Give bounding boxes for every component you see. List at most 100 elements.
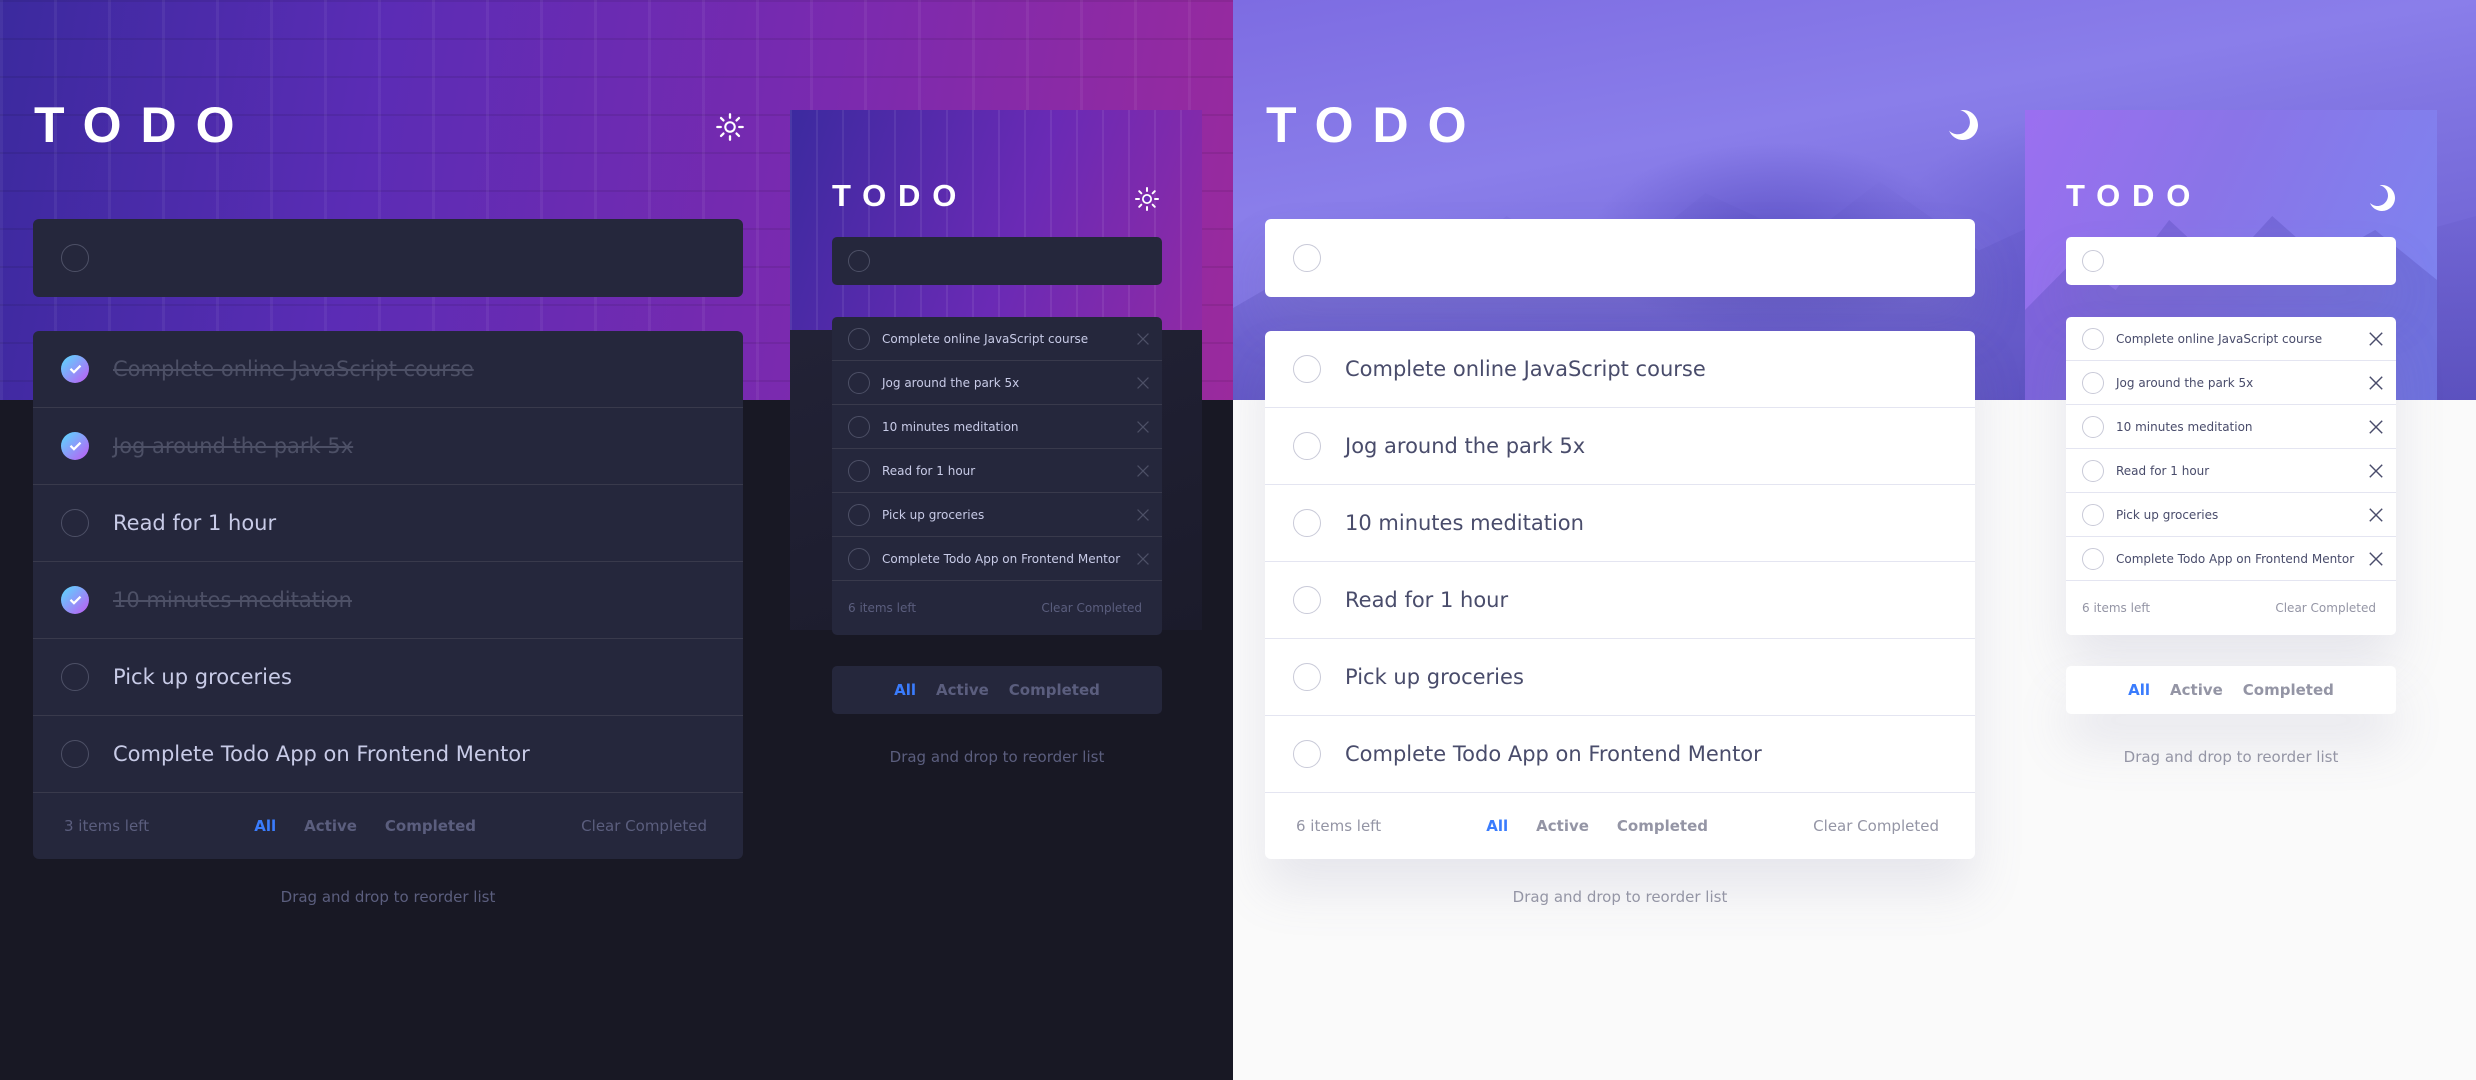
todo-item[interactable]: Complete Todo App on Frontend Mentor [33, 716, 743, 793]
todo-item[interactable]: 10 minutes meditation [1265, 485, 1975, 562]
delete-icon[interactable] [1136, 332, 1150, 346]
todo-checkbox[interactable] [848, 503, 870, 526]
todo-item[interactable]: 10 minutes meditation [33, 562, 743, 639]
new-todo-checkbox[interactable] [848, 250, 870, 272]
todo-checkbox[interactable] [848, 371, 870, 394]
todo-checkbox[interactable] [2082, 371, 2104, 394]
delete-icon[interactable] [1136, 508, 1150, 522]
clear-completed-button[interactable]: Clear Completed [1813, 817, 1939, 835]
filter-completed[interactable]: Completed [1617, 817, 1708, 835]
filter-completed[interactable]: Completed [1009, 681, 1100, 699]
todo-checkbox[interactable] [848, 327, 870, 350]
todo-text: Read for 1 hour [2116, 463, 2210, 478]
new-todo-card [1265, 219, 1975, 297]
filter-completed[interactable]: Completed [2243, 681, 2334, 699]
todo-checkbox[interactable] [848, 459, 870, 482]
new-todo-checkbox[interactable] [2082, 250, 2104, 272]
todo-item[interactable]: Read for 1 hour [832, 449, 1162, 493]
delete-icon[interactable] [2368, 375, 2384, 391]
new-todo-input[interactable] [113, 246, 715, 270]
delete-icon[interactable] [1136, 464, 1150, 478]
todo-checkbox[interactable] [61, 586, 89, 614]
delete-icon[interactable] [2368, 507, 2384, 523]
filter-all[interactable]: All [1486, 817, 1508, 835]
delete-icon[interactable] [1136, 420, 1150, 434]
todo-text: Pick up groceries [882, 507, 985, 522]
todo-item[interactable]: Read for 1 hour [1265, 562, 1975, 639]
todo-checkbox[interactable] [2082, 503, 2104, 526]
todo-checkbox[interactable] [61, 663, 89, 691]
todo-item[interactable]: Pick up groceries [2066, 493, 2396, 537]
new-todo-input[interactable] [2116, 254, 2380, 268]
todo-checkbox[interactable] [2082, 547, 2104, 570]
filter-all[interactable]: All [254, 817, 276, 835]
todo-checkbox[interactable] [1293, 509, 1321, 537]
todo-item[interactable]: 10 minutes meditation [832, 405, 1162, 449]
todo-item[interactable]: Jog around the park 5x [832, 361, 1162, 405]
todo-item[interactable]: Jog around the park 5x [33, 408, 743, 485]
mobile-hero-background [790, 110, 1202, 330]
delete-icon[interactable] [1136, 376, 1150, 390]
todo-item[interactable]: Read for 1 hour [2066, 449, 2396, 493]
todo-checkbox[interactable] [61, 509, 89, 537]
filter-active[interactable]: Active [2170, 681, 2223, 699]
new-todo-input[interactable] [882, 254, 1146, 268]
todo-checkbox[interactable] [2082, 327, 2104, 350]
drag-hint: Drag and drop to reorder list [1512, 888, 1728, 906]
new-todo-input[interactable] [1345, 246, 1947, 270]
clear-completed-button[interactable]: Clear Completed [2275, 601, 2376, 615]
list-footer: 6 items left Clear Completed [2066, 581, 2396, 635]
new-todo-checkbox[interactable] [1293, 244, 1321, 272]
filter-active[interactable]: Active [936, 681, 989, 699]
todo-text: Complete online JavaScript course [113, 357, 474, 381]
delete-icon[interactable] [2368, 419, 2384, 435]
sun-icon[interactable] [715, 112, 745, 142]
filter-all[interactable]: All [894, 681, 916, 699]
todo-checkbox[interactable] [848, 415, 870, 438]
todo-item[interactable]: Jog around the park 5x [1265, 408, 1975, 485]
todo-checkbox[interactable] [2082, 415, 2104, 438]
list-footer: 6 items left Clear Completed [832, 581, 1162, 635]
todo-checkbox[interactable] [1293, 355, 1321, 383]
todo-item[interactable]: Complete online JavaScript course [33, 331, 743, 408]
todo-checkbox[interactable] [1293, 432, 1321, 460]
todo-checkbox[interactable] [2082, 459, 2104, 482]
filter-all[interactable]: All [2128, 681, 2150, 699]
sun-icon[interactable] [1134, 186, 1160, 212]
todo-checkbox[interactable] [61, 355, 89, 383]
todo-item[interactable]: Complete online JavaScript course [2066, 317, 2396, 361]
moon-icon[interactable] [2369, 185, 2395, 211]
clear-completed-button[interactable]: Clear Completed [1041, 601, 1142, 615]
filter-active[interactable]: Active [1536, 817, 1589, 835]
todo-checkbox[interactable] [61, 432, 89, 460]
todo-checkbox[interactable] [61, 740, 89, 768]
todo-item[interactable]: Complete Todo App on Frontend Mentor [832, 537, 1162, 581]
todo-item[interactable]: Pick up groceries [832, 493, 1162, 537]
todo-item[interactable]: Jog around the park 5x [2066, 361, 2396, 405]
new-todo-checkbox[interactable] [61, 244, 89, 272]
delete-icon[interactable] [2368, 331, 2384, 347]
app-logo: TODO [34, 97, 254, 153]
todo-item[interactable]: Complete online JavaScript course [1265, 331, 1975, 408]
drag-hint: Drag and drop to reorder list [280, 888, 496, 906]
todo-checkbox[interactable] [1293, 663, 1321, 691]
todo-item[interactable]: Complete Todo App on Frontend Mentor [2066, 537, 2396, 581]
todo-checkbox[interactable] [1293, 740, 1321, 768]
delete-icon[interactable] [1136, 552, 1150, 566]
clear-completed-button[interactable]: Clear Completed [581, 817, 707, 835]
moon-icon[interactable] [1948, 110, 1978, 140]
todo-item[interactable]: 10 minutes meditation [2066, 405, 2396, 449]
todo-checkbox[interactable] [848, 547, 870, 570]
todo-item[interactable]: Complete online JavaScript course [832, 317, 1162, 361]
delete-icon[interactable] [2368, 551, 2384, 567]
todo-text: Read for 1 hour [113, 511, 277, 535]
filter-group: All Active Completed [240, 817, 490, 835]
todo-item[interactable]: Pick up groceries [33, 639, 743, 716]
todo-item[interactable]: Pick up groceries [1265, 639, 1975, 716]
delete-icon[interactable] [2368, 463, 2384, 479]
todo-checkbox[interactable] [1293, 586, 1321, 614]
todo-item[interactable]: Read for 1 hour [33, 485, 743, 562]
filter-active[interactable]: Active [304, 817, 357, 835]
filter-completed[interactable]: Completed [385, 817, 476, 835]
todo-item[interactable]: Complete Todo App on Frontend Mentor [1265, 716, 1975, 793]
